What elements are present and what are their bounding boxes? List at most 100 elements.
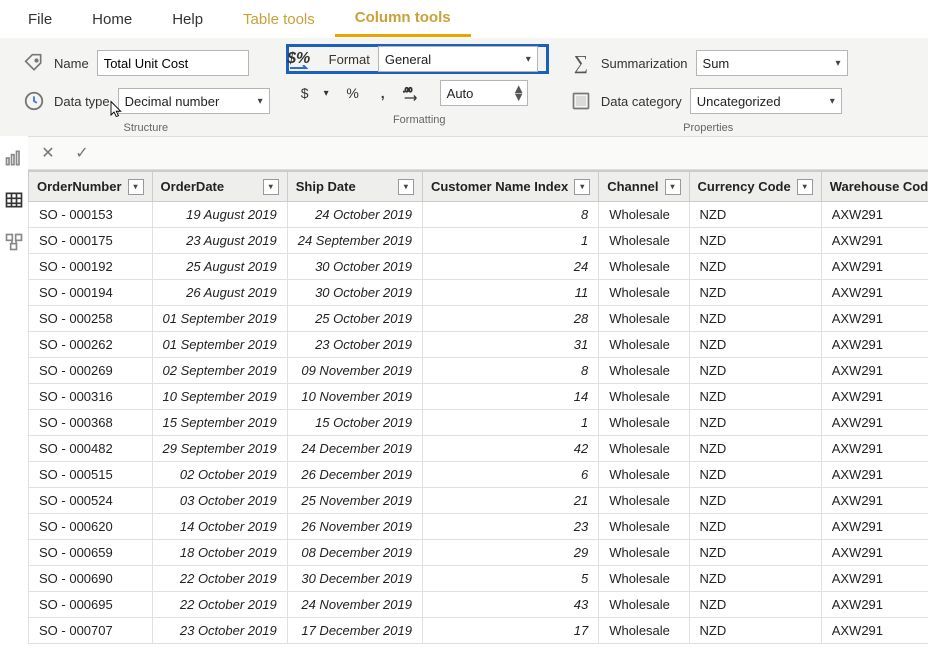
table-row[interactable]: SO - 00019225 August 201930 October 2019…	[29, 254, 928, 280]
menu-help[interactable]: Help	[152, 3, 223, 36]
cell-custidx[interactable]: 21	[422, 488, 598, 514]
cell-shipdate[interactable]: 15 October 2019	[287, 410, 422, 436]
cell-shipdate[interactable]: 25 November 2019	[287, 488, 422, 514]
table-row[interactable]: SO - 00052403 October 201925 November 20…	[29, 488, 928, 514]
cell-custidx[interactable]: 5	[422, 566, 598, 592]
cell-channel[interactable]: Wholesale	[599, 202, 689, 228]
table-row[interactable]: SO - 00026201 September 201923 October 2…	[29, 332, 928, 358]
cell-warehouse[interactable]: AXW291	[821, 202, 928, 228]
cell-ordernumber[interactable]: SO - 000194	[29, 280, 153, 306]
cell-ordernumber[interactable]: SO - 000707	[29, 618, 153, 644]
cell-currency[interactable]: NZD	[689, 540, 821, 566]
table-row[interactable]: SO - 00062014 October 201926 November 20…	[29, 514, 928, 540]
cell-custidx[interactable]: 29	[422, 540, 598, 566]
cell-ordernumber[interactable]: SO - 000524	[29, 488, 153, 514]
cell-channel[interactable]: Wholesale	[599, 332, 689, 358]
table-row[interactable]: SO - 00051502 October 201926 December 20…	[29, 462, 928, 488]
formula-input[interactable]	[96, 137, 928, 169]
currency-button[interactable]: $	[294, 81, 316, 105]
filter-button[interactable]: ▾	[797, 179, 813, 195]
cancel-formula-button[interactable]: ✕	[34, 139, 62, 167]
cell-warehouse[interactable]: AXW291	[821, 540, 928, 566]
cell-orderdate[interactable]: 25 August 2019	[152, 254, 287, 280]
cell-shipdate[interactable]: 26 December 2019	[287, 462, 422, 488]
cell-shipdate[interactable]: 30 October 2019	[287, 280, 422, 306]
table-row[interactable]: SO - 00069022 October 201930 December 20…	[29, 566, 928, 592]
cell-custidx[interactable]: 8	[422, 202, 598, 228]
cell-channel[interactable]: Wholesale	[599, 592, 689, 618]
cell-warehouse[interactable]: AXW291	[821, 358, 928, 384]
cell-orderdate[interactable]: 02 October 2019	[152, 462, 287, 488]
cell-shipdate[interactable]: 24 November 2019	[287, 592, 422, 618]
cell-shipdate[interactable]: 17 December 2019	[287, 618, 422, 644]
cell-warehouse[interactable]: AXW291	[821, 566, 928, 592]
cell-currency[interactable]: NZD	[689, 306, 821, 332]
cell-custidx[interactable]: 11	[422, 280, 598, 306]
cell-ordernumber[interactable]: SO - 000192	[29, 254, 153, 280]
menu-column-tools[interactable]: Column tools	[335, 1, 471, 37]
cell-channel[interactable]: Wholesale	[599, 280, 689, 306]
cell-ordernumber[interactable]: SO - 000695	[29, 592, 153, 618]
cell-ordernumber[interactable]: SO - 000316	[29, 384, 153, 410]
format-select[interactable]: General ▾	[378, 46, 538, 72]
cell-custidx[interactable]: 14	[422, 384, 598, 410]
cell-custidx[interactable]: 17	[422, 618, 598, 644]
cell-shipdate[interactable]: 26 November 2019	[287, 514, 422, 540]
report-view-button[interactable]	[0, 146, 28, 170]
filter-button[interactable]: ▾	[263, 179, 279, 195]
table-row[interactable]: SO - 00015319 August 201924 October 2019…	[29, 202, 928, 228]
cell-warehouse[interactable]: AXW291	[821, 332, 928, 358]
model-view-button[interactable]	[0, 230, 28, 254]
cell-warehouse[interactable]: AXW291	[821, 254, 928, 280]
menu-table-tools[interactable]: Table tools	[223, 3, 335, 36]
cell-currency[interactable]: NZD	[689, 254, 821, 280]
cell-shipdate[interactable]: 25 October 2019	[287, 306, 422, 332]
cell-shipdate[interactable]: 24 September 2019	[287, 228, 422, 254]
table-row[interactable]: SO - 00017523 August 201924 September 20…	[29, 228, 928, 254]
menu-file[interactable]: File	[8, 3, 72, 36]
cell-currency[interactable]: NZD	[689, 488, 821, 514]
cell-ordernumber[interactable]: SO - 000482	[29, 436, 153, 462]
cell-warehouse[interactable]: AXW291	[821, 618, 928, 644]
datatype-select[interactable]: Decimal number ▾	[118, 88, 270, 114]
cell-channel[interactable]: Wholesale	[599, 254, 689, 280]
cell-custidx[interactable]: 6	[422, 462, 598, 488]
table-row[interactable]: SO - 00031610 September 201910 November …	[29, 384, 928, 410]
cell-channel[interactable]: Wholesale	[599, 488, 689, 514]
cell-shipdate[interactable]: 09 November 2019	[287, 358, 422, 384]
cell-currency[interactable]: NZD	[689, 358, 821, 384]
cell-channel[interactable]: Wholesale	[599, 618, 689, 644]
cell-currency[interactable]: NZD	[689, 566, 821, 592]
cell-custidx[interactable]: 24	[422, 254, 598, 280]
currency-dropdown[interactable]: ▾	[324, 88, 334, 99]
filter-button[interactable]: ▾	[665, 179, 681, 195]
cell-ordernumber[interactable]: SO - 000258	[29, 306, 153, 332]
cell-shipdate[interactable]: 08 December 2019	[287, 540, 422, 566]
col-header-shipdate[interactable]: Ship Date	[296, 179, 356, 194]
name-input[interactable]	[97, 50, 249, 76]
table-row[interactable]: SO - 00048229 September 201924 December …	[29, 436, 928, 462]
cell-orderdate[interactable]: 29 September 2019	[152, 436, 287, 462]
filter-button[interactable]: ▾	[398, 179, 414, 195]
cell-shipdate[interactable]: 23 October 2019	[287, 332, 422, 358]
cell-warehouse[interactable]: AXW291	[821, 462, 928, 488]
table-row[interactable]: SO - 00025801 September 201925 October 2…	[29, 306, 928, 332]
col-header-warehouse[interactable]: Warehouse Code	[830, 179, 928, 194]
cell-channel[interactable]: Wholesale	[599, 540, 689, 566]
cell-channel[interactable]: Wholesale	[599, 514, 689, 540]
cell-channel[interactable]: Wholesale	[599, 436, 689, 462]
cell-ordernumber[interactable]: SO - 000368	[29, 410, 153, 436]
cell-ordernumber[interactable]: SO - 000175	[29, 228, 153, 254]
percent-button[interactable]: %	[342, 81, 364, 105]
cell-warehouse[interactable]: AXW291	[821, 306, 928, 332]
data-grid[interactable]: OrderNumber▾ OrderDate▾ Ship Date▾ Custo…	[28, 170, 928, 644]
col-header-custidx[interactable]: Customer Name Index	[431, 179, 568, 194]
table-row[interactable]: SO - 00069522 October 201924 November 20…	[29, 592, 928, 618]
cell-shipdate[interactable]: 24 December 2019	[287, 436, 422, 462]
table-row[interactable]: SO - 00019426 August 201930 October 2019…	[29, 280, 928, 306]
cell-orderdate[interactable]: 14 October 2019	[152, 514, 287, 540]
cell-ordernumber[interactable]: SO - 000690	[29, 566, 153, 592]
cell-orderdate[interactable]: 26 August 2019	[152, 280, 287, 306]
cell-orderdate[interactable]: 15 September 2019	[152, 410, 287, 436]
cell-channel[interactable]: Wholesale	[599, 566, 689, 592]
